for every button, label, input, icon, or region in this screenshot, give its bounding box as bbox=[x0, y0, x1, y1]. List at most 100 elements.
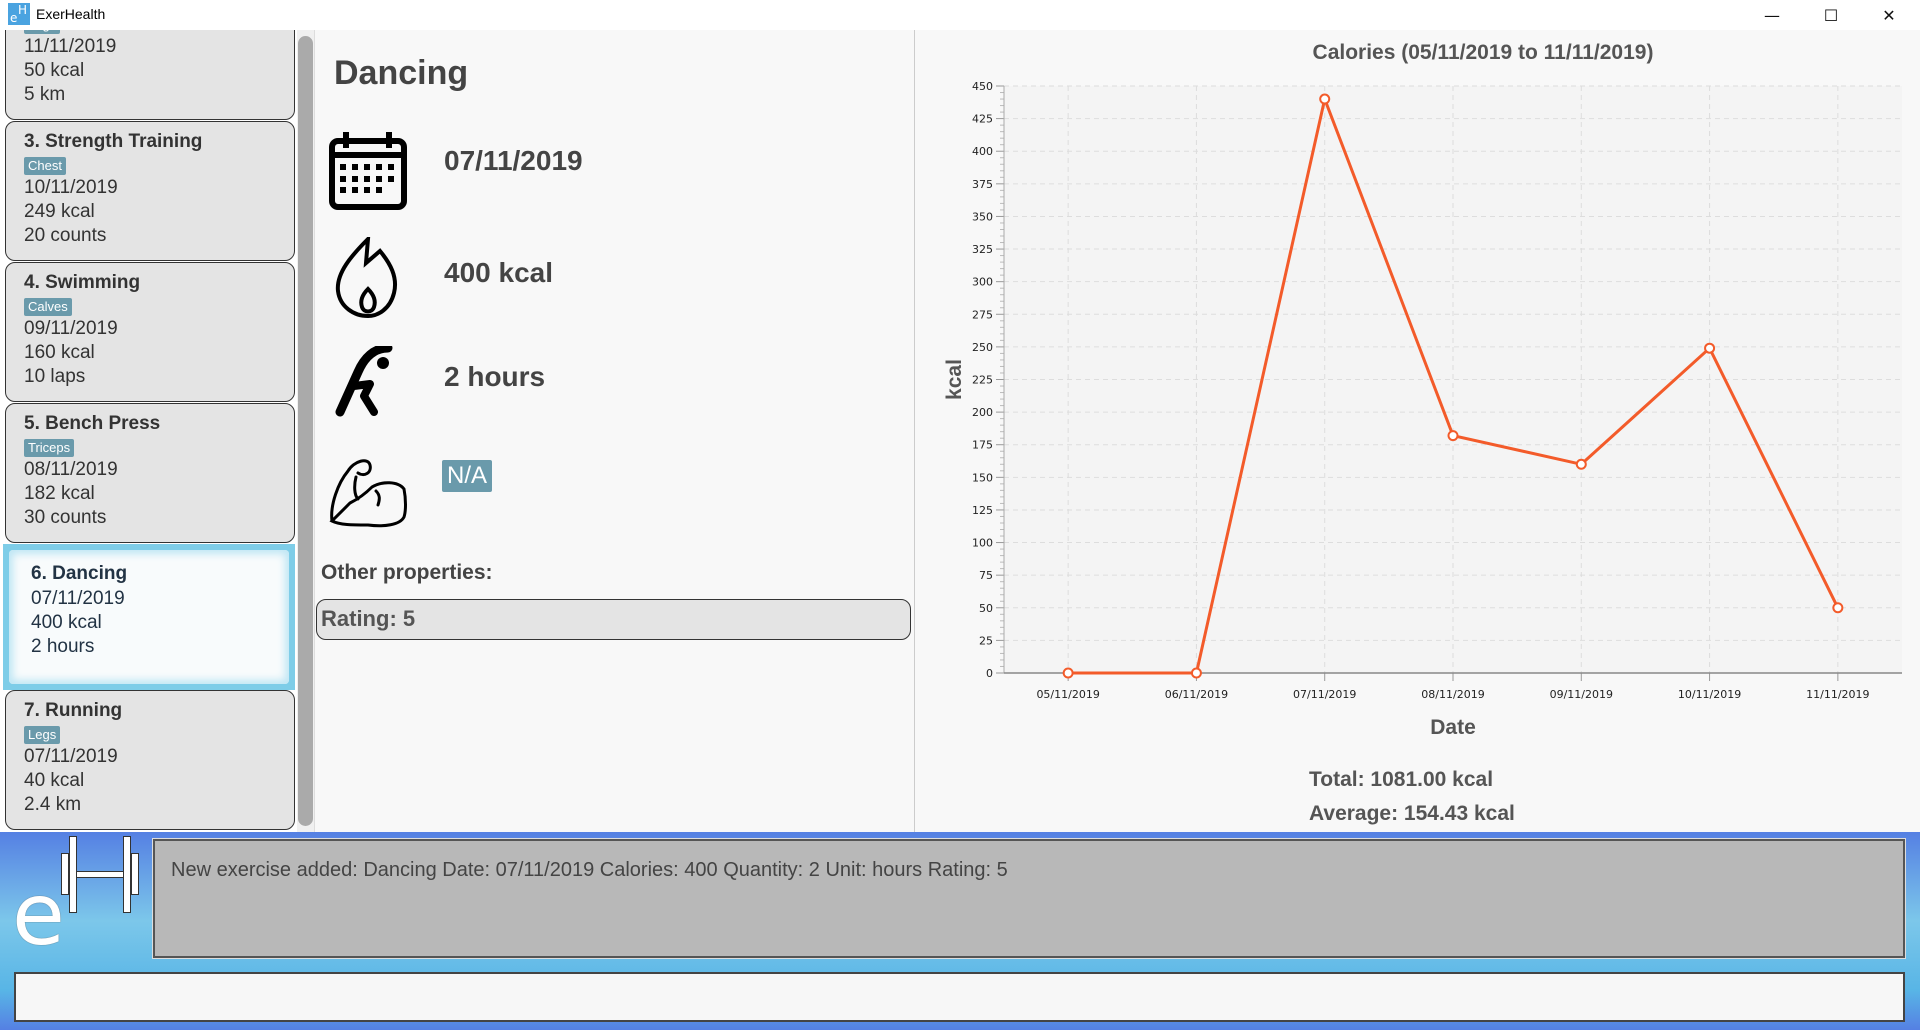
y-tick-label: 200 bbox=[972, 406, 993, 419]
title-bar: eH ExerHealth — ☐ ✕ bbox=[0, 0, 1920, 30]
exercise-quantity: 10 laps bbox=[24, 366, 86, 387]
exercise-quantity: 20 counts bbox=[24, 225, 107, 246]
data-point bbox=[1832, 602, 1844, 614]
selected-card-inner: 6. Dancing 07/11/2019 400 kcal 2 hours bbox=[9, 550, 289, 684]
exercise-quantity: 30 counts bbox=[24, 507, 107, 528]
exercise-quantity: 2 hours bbox=[31, 636, 95, 657]
exercise-date: 08/11/2019 bbox=[24, 459, 118, 480]
minimize-button[interactable]: — bbox=[1749, 0, 1795, 30]
flame-icon bbox=[335, 237, 397, 319]
detail-calories-row: 400 kcal bbox=[328, 237, 908, 319]
exercise-title: 7. Running bbox=[24, 700, 123, 721]
y-tick-label: 325 bbox=[972, 243, 993, 256]
exercise-calories: 160 kcal bbox=[24, 342, 95, 363]
exercise-title: 5. Bench Press bbox=[24, 413, 161, 434]
x-tick-label: 06/11/2019 bbox=[1165, 688, 1228, 701]
exercise-card[interactable]: 6. Dancing 07/11/2019 400 kcal 2 hours bbox=[3, 544, 295, 690]
exercise-detail-panel: Dancing 07/11/2019 400 kcal 2 hours N/A … bbox=[315, 30, 915, 832]
command-input[interactable] bbox=[14, 972, 1905, 1022]
tag-row: Triceps bbox=[24, 437, 294, 458]
result-display: New exercise added: Dancing Date: 07/11/… bbox=[153, 839, 1905, 958]
data-point bbox=[1575, 458, 1587, 470]
y-tick-label: 225 bbox=[972, 374, 993, 387]
exercise-calories: 50 kcal bbox=[24, 60, 85, 81]
y-tick-label: 250 bbox=[972, 341, 993, 354]
y-tick-label: 50 bbox=[979, 602, 993, 615]
exercise-calories: 249 kcal bbox=[24, 201, 95, 222]
exercise-date: 07/11/2019 bbox=[24, 746, 118, 767]
exercise-quantity: 5 km bbox=[24, 84, 66, 105]
muscle-tag: Chest bbox=[24, 157, 66, 175]
x-tick-label: 05/11/2019 bbox=[1036, 688, 1099, 701]
data-point bbox=[1704, 342, 1716, 354]
y-tick-label: 425 bbox=[972, 113, 993, 126]
y-tick-label: 300 bbox=[972, 276, 993, 289]
detail-date-row: 07/11/2019 bbox=[328, 131, 908, 213]
y-tick-label: 75 bbox=[979, 569, 993, 582]
y-tick-label: 100 bbox=[972, 537, 993, 550]
exercise-calories: 182 kcal bbox=[24, 483, 95, 504]
other-properties-label: Other properties: bbox=[321, 561, 493, 584]
calorie-line-chart: 0 25 50 75 100 125 150 175 200 225 250 275 300 325 350… bbox=[943, 80, 1902, 739]
tag-row: Chest bbox=[24, 155, 294, 176]
detail-quantity: 2 hours bbox=[444, 361, 546, 392]
other-property-rating: Rating: 5 bbox=[316, 599, 911, 640]
scrollbar-thumb[interactable] bbox=[298, 36, 313, 826]
command-area: e New exercise added: Dancing Date: 07/1… bbox=[0, 832, 1920, 1030]
data-point bbox=[1190, 667, 1202, 679]
exercise-date: 11/11/2019 bbox=[24, 36, 117, 57]
x-axis-label: Date bbox=[1430, 716, 1476, 739]
muscle-tag: Legs bbox=[24, 726, 61, 744]
total-calories: Total: 1081.00 kcal bbox=[1309, 768, 1494, 791]
x-tick-label: 10/11/2019 bbox=[1678, 688, 1741, 701]
exercise-card[interactable]: 4. Swimming Calves 09/11/2019 160 kcal 10 la… bbox=[5, 262, 295, 402]
exercise-card[interactable]: 7. Running Legs 07/11/2019 40 kcal 2.4 km bbox=[5, 690, 295, 830]
y-tick-label: 25 bbox=[979, 634, 993, 647]
list-scrollbar[interactable] bbox=[297, 30, 314, 832]
stretching-person-icon bbox=[335, 346, 393, 417]
muscle-tag: Legs bbox=[24, 30, 61, 34]
exercise-list-panel: 2. RunningLegs11/11/201950 kcal5 km3. St… bbox=[0, 30, 315, 832]
muscle-tag: Calves bbox=[24, 298, 72, 316]
close-button[interactable]: ✕ bbox=[1866, 0, 1912, 30]
bicep-icon bbox=[329, 459, 407, 528]
data-point bbox=[1062, 667, 1074, 679]
y-tick-label: 0 bbox=[986, 667, 993, 680]
calorie-chart-panel: Calories (05/11/2019 to 11/11/2019) 0 25 5… bbox=[916, 30, 1920, 832]
exercise-title: 3. Strength Training bbox=[24, 131, 203, 152]
y-tick-label: 175 bbox=[972, 439, 993, 452]
window-title: ExerHealth bbox=[36, 6, 106, 22]
muscle-tag: Triceps bbox=[24, 439, 75, 457]
calendar-icon bbox=[329, 132, 407, 210]
exercise-quantity: 2.4 km bbox=[24, 794, 82, 815]
data-point bbox=[1447, 430, 1459, 442]
exercise-title: 6. Dancing bbox=[31, 563, 128, 584]
detail-date: 07/11/2019 bbox=[444, 145, 583, 176]
detail-title: Dancing bbox=[334, 54, 469, 92]
exercise-card[interactable]: 2. RunningLegs11/11/201950 kcal5 km bbox=[5, 30, 295, 120]
exercise-card[interactable]: 3. Strength Training Chest 10/11/2019 249 k… bbox=[5, 121, 295, 261]
x-tick-label: 08/11/2019 bbox=[1421, 688, 1484, 701]
exercise-date: 07/11/2019 bbox=[31, 588, 125, 609]
y-tick-label: 150 bbox=[972, 471, 993, 484]
x-tick-label: 09/11/2019 bbox=[1550, 688, 1613, 701]
average-calories: Average: 154.43 kcal bbox=[1309, 802, 1515, 825]
exercise-calories: 40 kcal bbox=[24, 770, 85, 791]
app-logo-icon: eH bbox=[8, 3, 30, 25]
y-tick-label: 450 bbox=[972, 80, 993, 93]
detail-calories: 400 kcal bbox=[444, 257, 553, 288]
exercise-title: 4. Swimming bbox=[24, 272, 141, 293]
y-tick-label: 275 bbox=[972, 308, 993, 321]
tag-row: Calves bbox=[24, 296, 294, 317]
exercise-date: 10/11/2019 bbox=[24, 177, 118, 198]
y-tick-label: 375 bbox=[972, 178, 993, 191]
exercise-date: 09/11/2019 bbox=[24, 318, 118, 339]
detail-quantity-row: 2 hours bbox=[328, 346, 908, 428]
detail-muscle-row: N/A bbox=[328, 455, 908, 537]
exercise-card[interactable]: 5. Bench Press Triceps 08/11/2019 182 kcal 3… bbox=[5, 403, 295, 543]
data-point bbox=[1319, 93, 1331, 105]
maximize-button[interactable]: ☐ bbox=[1808, 0, 1854, 30]
tag-row: Legs bbox=[24, 724, 294, 745]
x-tick-label: 07/11/2019 bbox=[1293, 688, 1356, 701]
calorie-stats: Total: 1081.00 kcal Average: 154.43 kcal bbox=[1309, 763, 1515, 831]
